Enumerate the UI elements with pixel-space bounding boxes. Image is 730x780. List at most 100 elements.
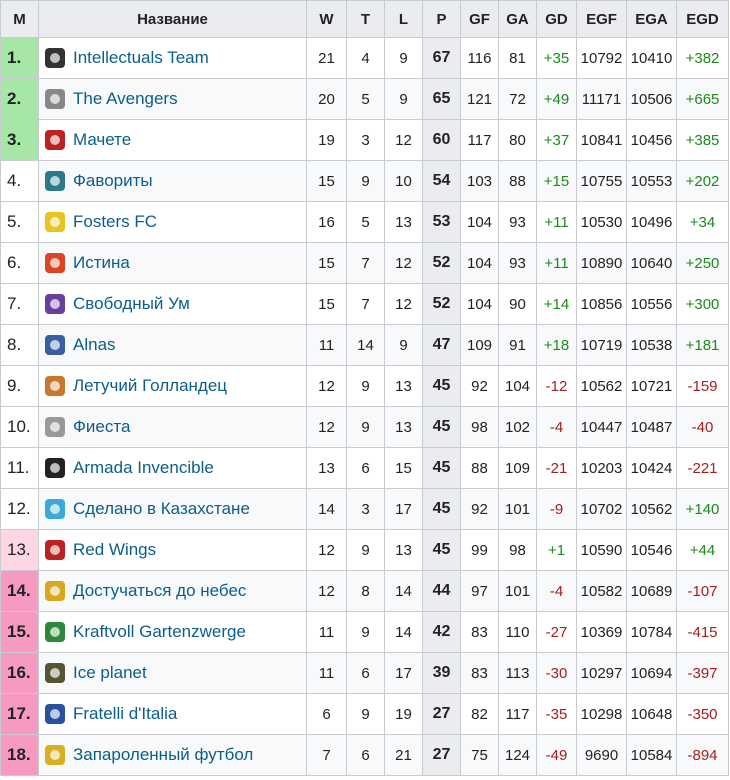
team-name-cell: Фавориты: [38, 160, 307, 202]
egf-cell: 10792: [576, 37, 627, 79]
garden-gnome-logo-icon: [43, 620, 67, 644]
egf-cell: 10298: [576, 693, 627, 735]
goals-for-cell: 103: [460, 160, 499, 202]
wins-cell: 12: [306, 570, 347, 612]
red-wings-logo-icon: [43, 538, 67, 562]
col-header-position[interactable]: М: [0, 0, 39, 38]
table-row: 5. Fosters FC 16 5 13 53 104 93 +11 10530 10496 +34: [0, 201, 729, 243]
wins-cell: 12: [306, 365, 347, 407]
goals-for-cell: 104: [460, 242, 499, 284]
table-row: 14. Достучаться до небес 12 8 14 44 97 101 -4 105…: [0, 570, 729, 612]
col-header-egd[interactable]: EGD: [676, 0, 729, 38]
team-link[interactable]: Ice planet: [73, 663, 147, 682]
losses-cell: 9: [384, 324, 423, 366]
col-header-name[interactable]: Название: [38, 0, 307, 38]
goal-diff-cell: +18: [536, 324, 577, 366]
team-link[interactable]: Истина: [73, 253, 130, 272]
wins-cell: 11: [306, 652, 347, 694]
password-football-logo-icon: [43, 743, 67, 767]
position-cell: 15.: [0, 611, 39, 653]
col-header-wins[interactable]: W: [306, 0, 347, 38]
team-link[interactable]: Armada Invencible: [73, 458, 214, 477]
col-header-goals-against[interactable]: GA: [498, 0, 537, 38]
losses-cell: 14: [384, 570, 423, 612]
losses-cell: 12: [384, 119, 423, 161]
ties-cell: 6: [346, 447, 385, 489]
goal-diff-cell: -9: [536, 488, 577, 530]
team-link[interactable]: Фавориты: [73, 171, 153, 190]
team-link[interactable]: Alnas: [73, 335, 116, 354]
goals-for-cell: 82: [460, 693, 499, 735]
favority-logo-icon: [43, 169, 67, 193]
team-link[interactable]: Свободный Ум: [73, 294, 190, 313]
goal-diff-cell: -27: [536, 611, 577, 653]
goals-for-cell: 104: [460, 283, 499, 325]
team-link[interactable]: Мачете: [73, 130, 131, 149]
egd-cell: -159: [676, 365, 729, 407]
wins-cell: 19: [306, 119, 347, 161]
egd-cell: -350: [676, 693, 729, 735]
goals-against-cell: 91: [498, 324, 537, 366]
goals-against-cell: 101: [498, 488, 537, 530]
points-cell: 27: [422, 734, 461, 776]
col-header-ties[interactable]: T: [346, 0, 385, 38]
team-link[interactable]: Intellectuals Team: [73, 48, 209, 67]
egd-cell: -415: [676, 611, 729, 653]
egd-cell: +665: [676, 78, 729, 120]
table-row: 9. Летучий Голландец 12 9 13 45 92 104 -12 10562 1…: [0, 365, 729, 407]
egd-cell: -397: [676, 652, 729, 694]
team-link[interactable]: Достучаться до небес: [73, 581, 246, 600]
position-cell: 3.: [0, 119, 39, 161]
team-link[interactable]: Сделано в Казахстане: [73, 499, 250, 518]
points-cell: 45: [422, 447, 461, 489]
team-link[interactable]: Летучий Голландец: [73, 376, 227, 395]
ties-cell: 4: [346, 37, 385, 79]
wins-cell: 6: [306, 693, 347, 735]
position-cell: 18.: [0, 734, 39, 776]
team-name-cell: Фиеста: [38, 406, 307, 448]
goal-diff-cell: -12: [536, 365, 577, 407]
truth-logo-icon: [43, 251, 67, 275]
position-cell: 9.: [0, 365, 39, 407]
goals-for-cell: 75: [460, 734, 499, 776]
goal-diff-cell: -21: [536, 447, 577, 489]
position-cell: 4.: [0, 160, 39, 202]
wins-cell: 20: [306, 78, 347, 120]
ega-cell: 10562: [626, 488, 677, 530]
col-header-goal-diff[interactable]: GD: [536, 0, 577, 38]
team-name-cell: Fosters FC: [38, 201, 307, 243]
table-row: 4. Фавориты 15 9 10 54 103 88 +15 10755 10553 +202: [0, 160, 729, 202]
table-row: 12. Сделано в Казахстане 14 3 17 45 92 101 -9 107…: [0, 488, 729, 530]
goals-against-cell: 80: [498, 119, 537, 161]
goals-against-cell: 117: [498, 693, 537, 735]
col-header-ega[interactable]: EGA: [626, 0, 677, 38]
losses-cell: 17: [384, 652, 423, 694]
egf-cell: 10755: [576, 160, 627, 202]
table-row: 11. Armada Invencible 13 6 15 45 88 109 -21 10203…: [0, 447, 729, 489]
fratelli-italia-logo-icon: [43, 702, 67, 726]
col-header-points[interactable]: P: [422, 0, 461, 38]
team-link[interactable]: Fratelli d'Italia: [73, 704, 177, 723]
ties-cell: 5: [346, 201, 385, 243]
team-link[interactable]: Запароленный футбол: [73, 745, 253, 764]
standings-table: М Название W T L P GF GA GD EGF EGA EGD …: [0, 0, 729, 776]
losses-cell: 15: [384, 447, 423, 489]
col-header-goals-for[interactable]: GF: [460, 0, 499, 38]
ega-cell: 10456: [626, 119, 677, 161]
team-link[interactable]: Фиеста: [73, 417, 130, 436]
col-header-egf[interactable]: EGF: [576, 0, 627, 38]
team-link[interactable]: Kraftvoll Gartenzwerge: [73, 622, 246, 641]
kazakhstan-flag-icon: [43, 497, 67, 521]
ega-cell: 10496: [626, 201, 677, 243]
ties-cell: 3: [346, 119, 385, 161]
losses-cell: 9: [384, 37, 423, 79]
wins-cell: 15: [306, 160, 347, 202]
team-link[interactable]: Red Wings: [73, 540, 156, 559]
table-row: 7. Свободный Ум 15 7 12 52 104 90 +14 10856 10556 +…: [0, 283, 729, 325]
avengers-logo-icon: [43, 87, 67, 111]
points-cell: 54: [422, 160, 461, 202]
table-row: 15. Kraftvoll Gartenzwerge 11 9 14 42 83 110 -27…: [0, 611, 729, 653]
team-link[interactable]: The Avengers: [73, 89, 178, 108]
col-header-losses[interactable]: L: [384, 0, 423, 38]
team-link[interactable]: Fosters FC: [73, 212, 157, 231]
